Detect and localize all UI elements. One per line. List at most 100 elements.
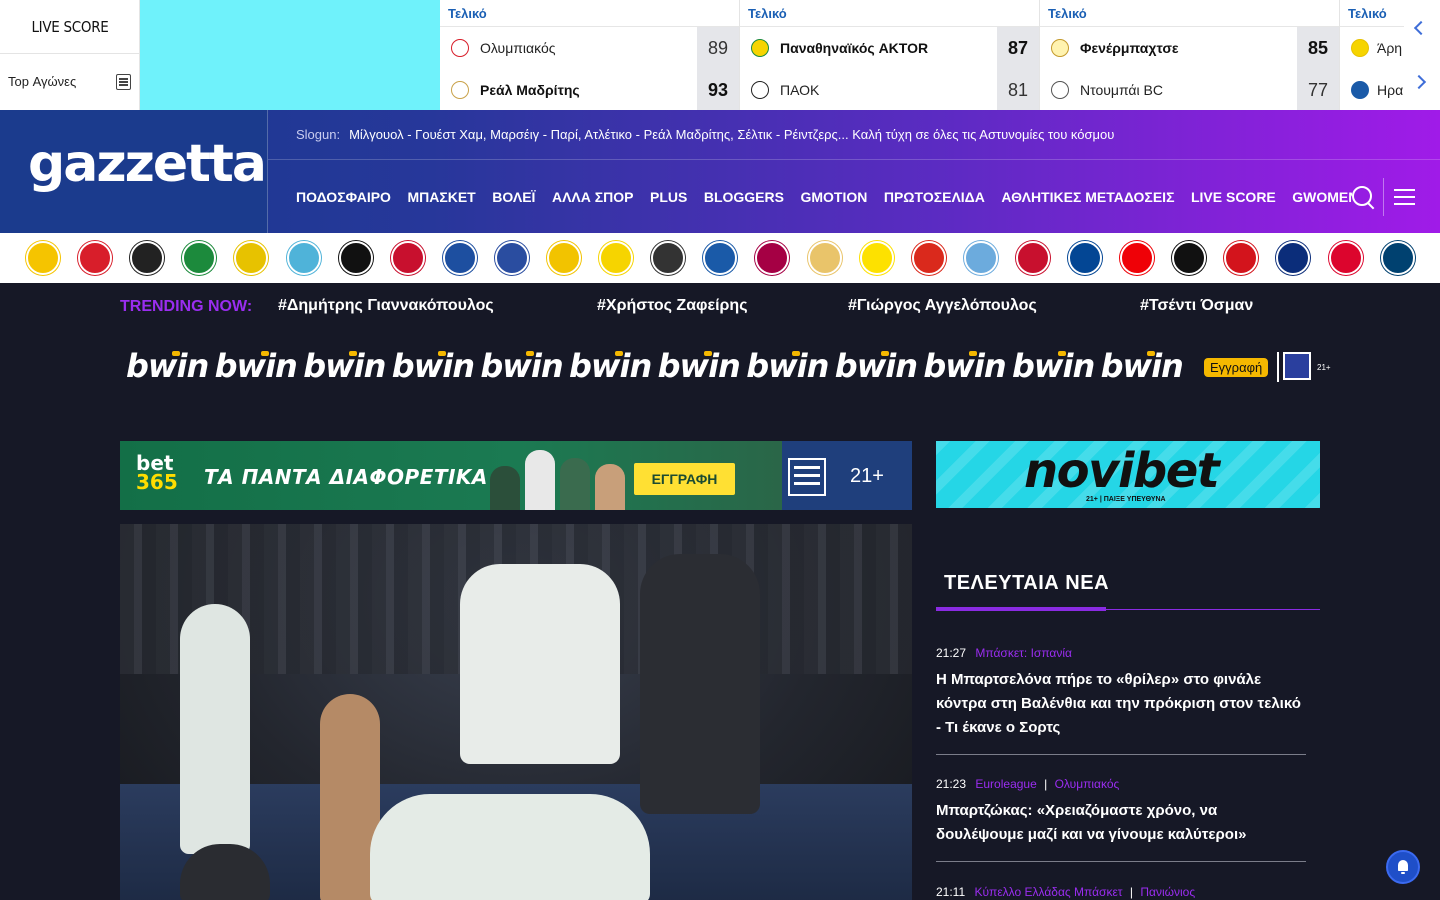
live-score-bar: LIVE SCORE Top Αγώνες Τελικό Ολυμπιακός … bbox=[0, 0, 1440, 111]
news-meta: 21:27 Μπάσκετ: Ισπανία bbox=[936, 646, 1306, 660]
nav-volley[interactable]: ΒΟΛΕΪ bbox=[492, 189, 535, 205]
novibet-disclaimer: 21+ | ΠΑΙΞΕ ΥΠΕΥΘΥΝΑ bbox=[1086, 496, 1166, 503]
news-category[interactable]: Πανιώνιος bbox=[1140, 885, 1195, 899]
club-crest-icon[interactable] bbox=[286, 241, 321, 275]
nav-football[interactable]: ΠΟΔΟΣΦΑΙΡΟ bbox=[296, 189, 391, 205]
club-crest-icon[interactable] bbox=[651, 241, 686, 275]
club-crest-icon[interactable] bbox=[1224, 241, 1259, 275]
bwin-banner[interactable]: Εγγραφή 21+ bwin bwin bwin bwin bwin bwin bwin… bbox=[120, 345, 1340, 395]
home-score: 87 bbox=[997, 27, 1039, 69]
club-crest-icon[interactable] bbox=[78, 241, 113, 275]
club-crest-icon[interactable] bbox=[390, 241, 425, 275]
ad-placeholder bbox=[140, 0, 440, 110]
news-item[interactable]: 21:23 Euroleague | Ολυμπιακός Μπαρτζώκας… bbox=[936, 777, 1306, 862]
match-status: Τελικό bbox=[448, 6, 487, 21]
club-crest-icon[interactable] bbox=[911, 241, 946, 275]
news-item[interactable]: 21:27 Μπάσκετ: Ισπανία Η Μπαρτσελόνα πήρ… bbox=[936, 646, 1306, 755]
match-card[interactable]: Τελικό Φενέρμπαχτσε 85 Ντουμπάι BC 77 bbox=[1040, 0, 1340, 111]
site-logo[interactable]: gazzetta bbox=[28, 134, 267, 194]
nav-gwomen[interactable]: GWOMEN bbox=[1292, 189, 1352, 205]
bet365-logo: bet 365 bbox=[136, 453, 178, 492]
chevron-left-icon[interactable] bbox=[1413, 20, 1429, 36]
club-crest-icon[interactable] bbox=[338, 241, 373, 275]
nav-bloggers[interactable]: BLOGGERS bbox=[704, 189, 784, 205]
nav-other-sports[interactable]: ΑΛΛΑ ΣΠΟΡ bbox=[552, 189, 634, 205]
live-score-title[interactable]: LIVE SCORE bbox=[0, 0, 140, 54]
bwin-signup-button[interactable]: Εγγραφή bbox=[1204, 358, 1269, 377]
trending-tag[interactable]: #Τσέντι Όσμαν bbox=[1140, 297, 1253, 315]
main-nav: ΠΟΔΟΣΦΑΙΡΟ ΜΠΑΣΚΕΤ ΒΟΛΕΪ ΑΛΛΑ ΣΠΟΡ PLUS … bbox=[296, 160, 1369, 233]
club-crest-icon[interactable] bbox=[807, 241, 842, 275]
match-card[interactable]: Τελικό Άρη Ηρα bbox=[1340, 0, 1404, 110]
club-crest-icon[interactable] bbox=[182, 241, 217, 275]
club-crest-icon[interactable] bbox=[1015, 241, 1050, 275]
team-crest-icon bbox=[451, 39, 469, 57]
trending-tag[interactable]: #Δημήτρης Γιαννακόπουλος bbox=[278, 297, 494, 315]
club-crest-icon[interactable] bbox=[1172, 241, 1207, 275]
eeep-badge-icon bbox=[788, 458, 826, 496]
trending-tag[interactable]: #Γιώργος Αγγελόπουλος bbox=[848, 297, 1037, 315]
search-icon[interactable] bbox=[1352, 186, 1374, 208]
club-crest-icon[interactable] bbox=[859, 241, 894, 275]
club-crest-icon[interactable] bbox=[442, 241, 477, 275]
nav-front-pages[interactable]: ΠΡΩΤΟΣΕΛΙΔΑ bbox=[884, 189, 985, 205]
news-headline[interactable]: Μπαρτζώκας: «Χρειαζόμαστε χρόνο, να δουλ… bbox=[936, 799, 1306, 861]
team-name: Άρη bbox=[1377, 40, 1403, 56]
team-name: Ντουμπάι BC bbox=[1080, 82, 1163, 98]
logo-container: gazzetta bbox=[0, 110, 268, 233]
nav-plus[interactable]: PLUS bbox=[650, 189, 687, 205]
club-crest-icon[interactable] bbox=[599, 241, 634, 275]
club-crest-icon[interactable] bbox=[1380, 241, 1415, 275]
news-meta: 21:11 Κύπελλο Ελλάδας Μπάσκετ | Πανιώνιο… bbox=[936, 885, 1306, 899]
team-crest-icon bbox=[751, 39, 769, 57]
away-score: 77 bbox=[1297, 69, 1339, 111]
news-category[interactable]: Κύπελλο Ελλάδας Μπάσκετ bbox=[974, 885, 1122, 899]
trending-tag[interactable]: #Χρήστος Ζαφείρης bbox=[597, 297, 748, 315]
team-crest-icon bbox=[451, 81, 469, 99]
club-crest-icon[interactable] bbox=[234, 241, 269, 275]
club-crest-icon[interactable] bbox=[494, 241, 529, 275]
club-crest-icon[interactable] bbox=[963, 241, 998, 275]
news-category[interactable]: Μπάσκετ: Ισπανία bbox=[975, 646, 1072, 660]
nav-broadcasts[interactable]: ΑΘΛΗΤΙΚΕΣ ΜΕΤΑΔΟΣΕΙΣ bbox=[1001, 189, 1174, 205]
match-status: Τελικό bbox=[1348, 6, 1387, 21]
club-crest-icon[interactable] bbox=[1328, 241, 1363, 275]
news-item[interactable]: 21:11 Κύπελλο Ελλάδας Μπάσκετ | Πανιώνιο… bbox=[936, 885, 1306, 900]
bwin-logo: bwin bbox=[391, 347, 475, 385]
club-crest-icon[interactable] bbox=[703, 241, 738, 275]
club-crest-icon[interactable] bbox=[26, 241, 60, 275]
club-crest-icon[interactable] bbox=[755, 241, 790, 275]
chevron-right-icon[interactable] bbox=[1411, 74, 1427, 90]
home-team: Παναθηναϊκός AKTOR bbox=[740, 27, 997, 69]
club-crest-icon[interactable] bbox=[130, 241, 165, 275]
match-card[interactable]: Τελικό Ολυμπιακός 89 Ρεάλ Μαδρίτης 93 bbox=[440, 0, 740, 111]
club-crest-icon[interactable] bbox=[1068, 241, 1102, 275]
news-category[interactable]: Ολυμπιακός bbox=[1055, 777, 1120, 791]
bet365-signup-button[interactable]: ΕΓΓΡΑΦΗ bbox=[634, 463, 735, 495]
match-card[interactable]: Τελικό Παναθηναϊκός AKTOR 87 ΠΑΟΚ 81 bbox=[740, 0, 1040, 111]
calendar-icon[interactable] bbox=[116, 74, 131, 90]
news-category[interactable]: Euroleague bbox=[975, 777, 1036, 791]
club-crest-icon[interactable] bbox=[1120, 241, 1155, 275]
team-name: Ηρα bbox=[1377, 82, 1404, 98]
top-games-label[interactable]: Top Αγώνες bbox=[8, 74, 76, 89]
slogan-bar: Slogun: Μίλγουολ - Γουέστ Χαμ, Μαρσέιγ -… bbox=[268, 110, 1440, 160]
bwin-logo: bwin bbox=[303, 347, 386, 385]
nav-basketball[interactable]: ΜΠΑΣΚΕΤ bbox=[407, 189, 475, 205]
bet365-slogan: ΤΑ ΠΑΝΤΑ ΔΙΑΦΟΡΕΤΙΚΑ bbox=[204, 465, 488, 489]
club-crest-icon[interactable] bbox=[547, 241, 581, 275]
notification-bell-icon[interactable] bbox=[1386, 850, 1420, 884]
news-headline[interactable]: Η Μπαρτσελόνα πήρε το «θρίλερ» στο φινάλ… bbox=[936, 668, 1306, 754]
nav-gmotion[interactable]: GMOTION bbox=[800, 189, 867, 205]
hamburger-menu-icon[interactable] bbox=[1394, 189, 1416, 207]
away-team: ΠΑΟΚ bbox=[740, 69, 997, 111]
age-limit: 21+ bbox=[850, 465, 884, 487]
bet365-banner[interactable]: bet 365 ΤΑ ΠΑΝΤΑ ΔΙΑΦΟΡΕΤΙΚΑ ΕΓΓΡΑΦΗ 21+ bbox=[120, 441, 912, 510]
home-score: 85 bbox=[1297, 27, 1339, 69]
club-crest-icon[interactable] bbox=[1276, 241, 1311, 275]
novibet-banner[interactable]: novibet 21+ | ΠΑΙΞΕ ΥΠΕΥΘΥΝΑ bbox=[936, 441, 1320, 508]
hero-article-image[interactable] bbox=[120, 524, 912, 900]
team-name: Ολυμπιακός bbox=[480, 40, 556, 56]
nav-live-score[interactable]: LIVE SCORE bbox=[1191, 189, 1276, 205]
trending-bar: TRENDING NOW: #Δημήτρης Γιαννακόπουλος #… bbox=[120, 296, 1340, 320]
